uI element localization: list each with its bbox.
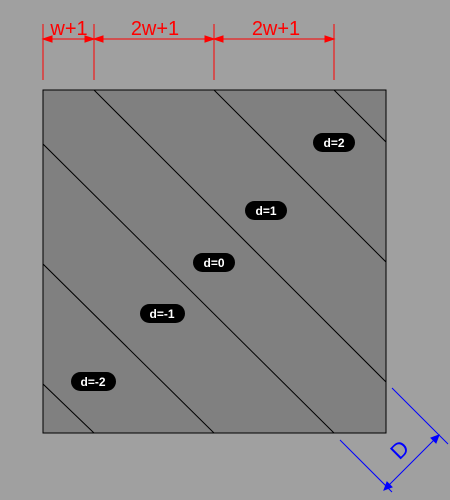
side-dimension-label: D [385, 435, 414, 464]
band-label-text: d=-1 [149, 307, 174, 321]
band-label-text: d=2 [323, 136, 344, 150]
band-diagram: w+1 2w+1 2w+1 D d=2 d=1 d=0 d=-1 d=-2 [41, 18, 449, 493]
band-label: d=2 [313, 133, 355, 152]
band-label-text: d=0 [203, 256, 224, 270]
arrowhead [324, 35, 336, 43]
dimension-label: 2w+1 [252, 18, 300, 40]
arrowhead [92, 35, 104, 43]
top-dimension-labels: w+1 2w+1 2w+1 [49, 18, 300, 40]
band-label: d=-1 [140, 304, 185, 323]
band-label-text: d=1 [255, 204, 276, 218]
extension-line [391, 387, 449, 445]
band-label-text: d=-2 [80, 375, 105, 389]
band-label: d=-2 [71, 372, 116, 391]
dimension-label: 2w+1 [131, 18, 179, 40]
arrowhead [212, 35, 224, 43]
band-label: d=1 [245, 201, 287, 220]
extension-line [339, 439, 393, 493]
dimension-label: w+1 [49, 18, 87, 40]
band-label: d=0 [193, 253, 235, 272]
